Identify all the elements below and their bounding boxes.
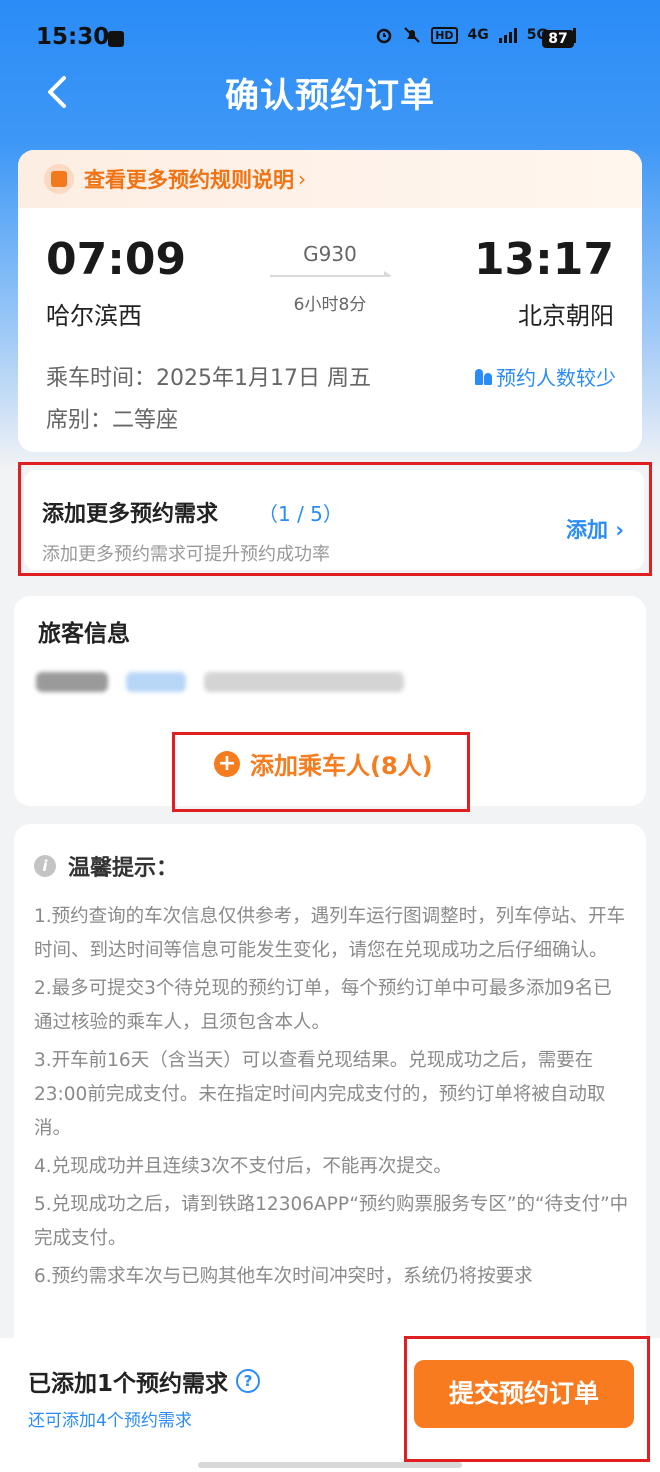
tips-card: i 温馨提示： 1.预约查询的车次信息仅供参考，遇列车运行图调整时，列车停站、开… [14, 824, 646, 1364]
page-title: 确认预约订单 [225, 76, 435, 116]
alarm-icon [376, 28, 392, 44]
availability-label: 预约人数较少 [496, 366, 616, 390]
net1-label: 4G [467, 27, 489, 43]
home-indicator[interactable] [198, 1462, 462, 1468]
departure-station: 哈尔滨西 [46, 302, 142, 330]
seat-class: 席别：二等座 [46, 408, 179, 433]
arrival-station: 北京朝阳 [518, 302, 614, 330]
tips-title: 温馨提示： [68, 856, 179, 881]
add-requirement-section: 添加更多预约需求 （1 / 5） 添加更多预约需求可提升预约成功率 添加 › [18, 462, 652, 576]
tips-list: 1.预约查询的车次信息仅供参考，遇列车运行图调整时，列车停站、开车时间、到达时间… [34, 900, 630, 1298]
availability-badge: 预约人数较少 [475, 362, 616, 391]
help-icon[interactable]: ? [236, 1369, 261, 1393]
rules-link[interactable]: 查看更多预约规则说明 › [18, 150, 642, 208]
tip-item: 5.兑现成功之后，请到铁路12306APP“预约购票服务专区”的“待支付”中完成… [34, 1194, 629, 1249]
ride-date: 乘车时间：2025年1月17日 周五 [46, 366, 371, 391]
chevron-right-icon: › [298, 167, 306, 191]
tips-header: i 温馨提示： [34, 850, 178, 882]
battery-icon: 87 [542, 30, 574, 48]
status-time: 15:30 [36, 24, 110, 50]
train-number: G930 [303, 242, 357, 266]
highlight-frame [172, 732, 470, 812]
rules-icon [44, 164, 74, 194]
hd-icon: HD [431, 26, 458, 44]
notification-icon [108, 31, 124, 47]
redacted-id [204, 672, 404, 692]
trip-card: 查看更多预约规则说明 › 07:09 13:17 G930 6小时8分 哈尔滨西… [18, 150, 642, 452]
passenger-row-redacted [36, 672, 404, 692]
tip-item: 4.兑现成功并且连续3次不支付后，不能再次提交。 [34, 1156, 452, 1177]
redacted-tag [126, 672, 186, 692]
info-icon: i [34, 855, 56, 877]
mute-icon [404, 27, 420, 43]
rules-link-label: 查看更多预约规则说明 [84, 168, 294, 192]
tip-item: 3.开车前16天（含当天）可以查看兑现结果。兑现成功之后，需要在23:00前完成… [34, 1050, 606, 1139]
people-icon [475, 368, 492, 385]
remaining-link[interactable]: 还可添加4个预约需求 [28, 1406, 192, 1431]
highlight-frame [404, 1336, 650, 1462]
added-label: 已添加1个预约需求 [28, 1371, 229, 1397]
nav-bar: 确认预约订单 [0, 60, 660, 120]
redacted-name [36, 672, 108, 692]
route-arrow-icon [270, 271, 392, 277]
added-summary: 已添加1个预约需求 ? [28, 1364, 261, 1398]
signal-icon [498, 27, 517, 43]
tip-item: 2.最多可提交3个待兑现的预约订单，每个预约订单中可最多添加9名已通过核验的乘车… [34, 978, 612, 1033]
highlight-frame [18, 462, 652, 576]
tip-item: 1.预约查询的车次信息仅供参考，遇列车运行图调整时，列车停站、开车时间、到达时间… [34, 906, 626, 961]
passenger-title: 旅客信息 [38, 621, 130, 647]
tip-item: 6.预约需求车次与已购其他车次时间冲突时，系统仍将按要求 [34, 1266, 533, 1287]
